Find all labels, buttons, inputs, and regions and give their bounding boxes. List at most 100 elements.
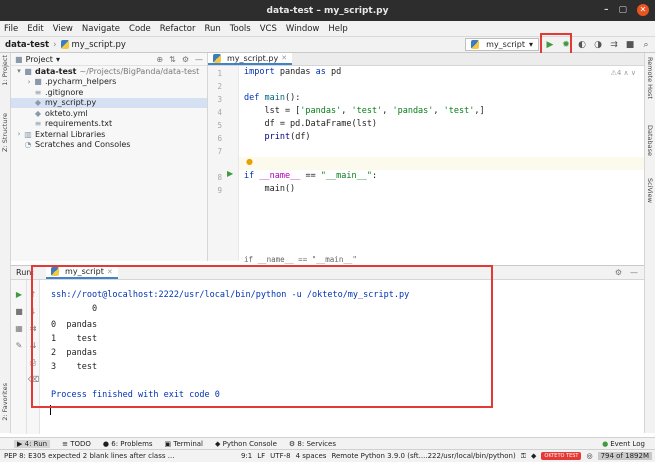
editor-tab-label: my_script.py xyxy=(227,53,279,63)
hide-icon[interactable]: — xyxy=(630,268,638,277)
line-separator[interactable]: LF xyxy=(257,452,265,460)
maximize-button[interactable]: ▢ xyxy=(618,4,627,16)
editor-tab[interactable]: my_script.py ✕ xyxy=(208,53,293,65)
tool-window-python-console[interactable]: ◆ Python Console xyxy=(215,440,277,448)
chevron-icon[interactable]: › xyxy=(25,78,33,86)
left-tool-strip: 1: Project Z: Structure 2: Favorites xyxy=(0,53,11,433)
lock-icon[interactable]: ⚿ xyxy=(521,452,526,461)
event-log-button[interactable]: ● Event Log xyxy=(602,440,645,448)
menu-code[interactable]: Code xyxy=(129,24,151,34)
settings-icon[interactable]: ◎ xyxy=(586,452,592,460)
chevron-icon[interactable]: ▾ xyxy=(15,67,23,75)
breadcrumb-file[interactable]: my_script.py xyxy=(72,40,126,50)
structure-tool-tab[interactable]: Z: Structure xyxy=(1,113,9,152)
tree-item[interactable]: ◆ my_script.py xyxy=(11,97,207,108)
trash-icon[interactable]: ⌫ xyxy=(28,375,39,384)
run-gutter-icon[interactable]: ▶ xyxy=(227,169,233,178)
stop-icon[interactable]: ■ xyxy=(625,40,635,50)
layout-icon[interactable]: ▦ xyxy=(14,324,24,333)
run-tab[interactable]: my_script ✕ xyxy=(46,266,118,279)
tree-item[interactable]: › ■ .pycharm_helpers xyxy=(11,77,207,88)
tool-window-services[interactable]: ⚙ 8: Services xyxy=(289,440,336,448)
menu-tools[interactable]: Tools xyxy=(230,24,251,34)
run-header-icons: ⚙ — xyxy=(615,268,638,277)
memory-indicator[interactable]: 794 of 1892M xyxy=(597,452,652,460)
menu-window[interactable]: Window xyxy=(286,24,320,34)
pin-icon[interactable]: ✎ xyxy=(14,341,24,350)
menu-edit[interactable]: Edit xyxy=(27,24,43,34)
close-button[interactable]: ✕ xyxy=(637,4,649,16)
gear-icon[interactable]: ⚙ xyxy=(615,268,622,277)
problems-icon: ● xyxy=(102,439,109,448)
stop-icon[interactable]: ■ xyxy=(14,307,24,316)
menu-refactor[interactable]: Refactor xyxy=(160,24,196,34)
status-message[interactable]: PEP 8: E305 expected 2 blank lines after… xyxy=(4,452,174,460)
run-configuration-select[interactable]: my_script ▾ xyxy=(465,38,539,51)
okteto-badge[interactable]: OKTETO TEST xyxy=(541,452,582,460)
menu-file[interactable]: File xyxy=(4,24,18,34)
lightbulb-icon[interactable]: ● xyxy=(246,157,253,166)
menu-navigate[interactable]: Navigate xyxy=(82,24,120,34)
scroll-end-icon[interactable]: ⇊ xyxy=(28,341,38,350)
code-line: print(df) xyxy=(264,132,311,142)
soft-wrap-icon[interactable]: ⇉ xyxy=(28,324,38,333)
menu-run[interactable]: Run xyxy=(204,24,220,34)
close-icon[interactable]: ✕ xyxy=(281,54,287,62)
code-breadcrumb[interactable]: if __name__ == "__main__" xyxy=(244,255,357,264)
window-title: data-test – my_script.py xyxy=(266,5,389,16)
row-value: pandas xyxy=(66,348,98,358)
build-icon[interactable]: ⇉ xyxy=(609,40,619,50)
file-encoding[interactable]: UTF-8 xyxy=(270,452,290,460)
console-row: 1 test xyxy=(51,333,97,345)
menu-view[interactable]: View xyxy=(53,24,73,34)
tree-item-label: okteto.yml xyxy=(45,108,88,118)
tool-window-problems[interactable]: ● 6: Problems xyxy=(103,440,153,448)
collapse-icon[interactable]: ⇅ xyxy=(169,55,176,64)
panel-header-icons: ⊕ ⇅ ⚙ — xyxy=(156,55,203,64)
chevron-icon[interactable]: › xyxy=(15,130,23,138)
project-tree: ▾ ■ data-test ~/Projects/BigPanda/data-test… xyxy=(11,66,207,150)
interpreter-selector[interactable]: Remote Python 3.9.0 (sft....222/usr/loca… xyxy=(331,452,515,460)
project-panel-title[interactable]: Project xyxy=(26,55,53,64)
tool-window-terminal[interactable]: ▣ Terminal xyxy=(165,440,203,448)
code-line: def main(): xyxy=(244,93,301,103)
indent-setting[interactable]: 4 spaces xyxy=(296,452,327,460)
down-arrow-icon[interactable]: ↓ xyxy=(28,307,38,316)
menu-vcs[interactable]: VCS xyxy=(260,24,277,34)
line-number: 7 xyxy=(217,147,222,156)
favorites-tool-tab[interactable]: 2: Favorites xyxy=(1,383,9,421)
tree-item[interactable]: ◔ Scratches and Consoles xyxy=(11,140,207,151)
database-tool-tab[interactable]: Database xyxy=(646,125,654,156)
tool-window-todo[interactable]: ≡ TODO xyxy=(62,440,91,448)
tool-window-run[interactable]: ▶ 4: Run xyxy=(14,439,51,448)
coverage-icon[interactable]: ◐ xyxy=(577,40,587,50)
minimize-button[interactable]: – xyxy=(604,4,609,16)
file-icon: ◆ xyxy=(34,98,42,108)
breadcrumb-project[interactable]: data-test xyxy=(5,40,49,50)
run-icon[interactable]: ▶ xyxy=(545,40,555,50)
file-icon: ■ xyxy=(34,77,42,87)
hide-icon[interactable]: — xyxy=(195,55,203,64)
tree-item[interactable]: ≡ .gitignore xyxy=(11,87,207,98)
inspection-widget[interactable]: ⚠4 ∧ ∨ xyxy=(611,69,636,77)
chevron-down-icon[interactable]: ▾ xyxy=(56,55,60,64)
gear-icon[interactable]: ⚙ xyxy=(182,55,189,64)
remote-host-tool-tab[interactable]: Remote Host xyxy=(646,57,654,99)
tree-item[interactable]: ≡ requirements.txt xyxy=(11,119,207,130)
search-icon[interactable]: ⌕ xyxy=(641,40,651,50)
sciview-tool-tab[interactable]: SciView xyxy=(646,178,654,203)
profile-icon[interactable]: ◑ xyxy=(593,40,603,50)
project-tool-tab[interactable]: 1: Project xyxy=(1,55,9,86)
menu-help[interactable]: Help xyxy=(328,24,347,34)
caret-position[interactable]: 9:1 xyxy=(241,452,252,460)
rerun-icon[interactable]: ▶ xyxy=(14,290,24,299)
tree-item[interactable]: › ▥ External Libraries xyxy=(11,129,207,140)
up-arrow-icon[interactable]: ↑ xyxy=(28,290,38,299)
locate-icon[interactable]: ⊕ xyxy=(156,55,163,64)
tree-item[interactable]: ◆ okteto.yml xyxy=(11,108,207,119)
tree-item[interactable]: ▾ ■ data-test ~/Projects/BigPanda/data-test xyxy=(11,66,207,77)
print-icon[interactable]: ⎙ xyxy=(28,358,38,368)
line-number: 3 xyxy=(217,95,222,104)
debug-icon[interactable]: ✹ xyxy=(561,40,571,50)
close-icon[interactable]: ✕ xyxy=(107,268,113,276)
